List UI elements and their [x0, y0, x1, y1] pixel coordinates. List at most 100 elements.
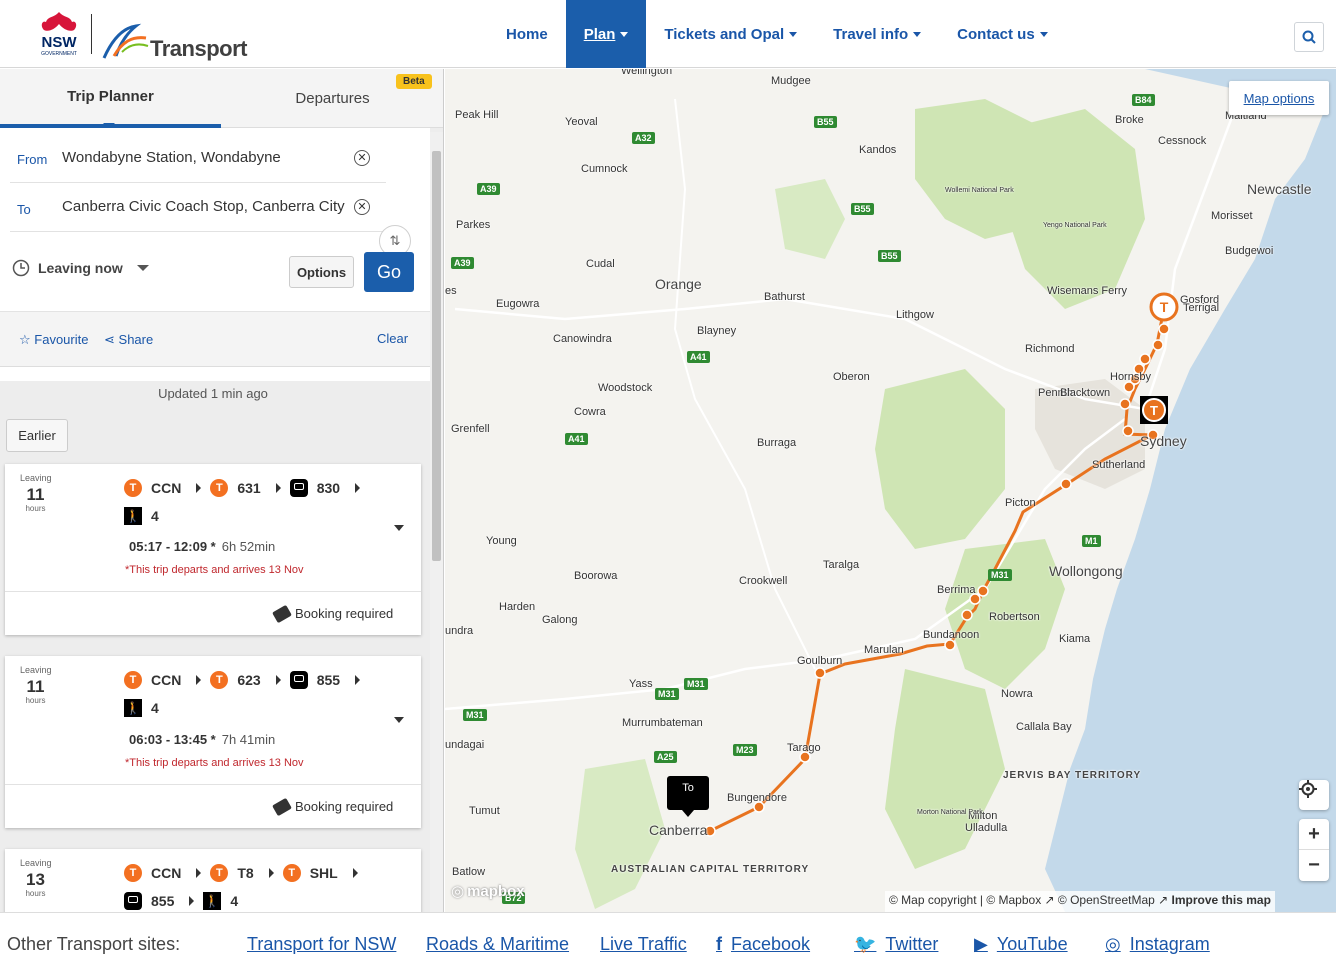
walk-icon: 🚶: [124, 699, 142, 717]
footer-link-instagram[interactable]: ◎ Instagram: [1105, 934, 1210, 955]
trip-legs: T CCN T 631 830 🚶 4: [124, 479, 389, 525]
map-place: Orange: [655, 276, 702, 292]
coach-icon: [124, 892, 142, 910]
road-shield: B55: [878, 250, 901, 262]
trip-time-range: 05:17 - 12:09 *: [129, 539, 216, 554]
trip-times: 06:03 - 13:45 * 7h 41min: [129, 732, 275, 747]
nsw-government-logo[interactable]: NSW GOVERNMENT: [34, 10, 84, 60]
nav-contact[interactable]: Contact us: [939, 0, 1066, 68]
leg-label: 4: [230, 893, 239, 909]
star-icon: ☆: [19, 332, 31, 347]
footer-link-label: Instagram: [1129, 934, 1210, 954]
road-shield: A41: [687, 351, 710, 363]
map-place: Harden: [499, 601, 536, 613]
footer-link-live-traffic[interactable]: Live Traffic: [600, 934, 687, 955]
footer-link-youtube[interactable]: ▶ YouTube: [974, 934, 1068, 955]
transport-logo-icon[interactable]: [102, 20, 152, 60]
train-icon: T: [210, 671, 229, 689]
site-footer: Other Transport sites: Transport for NSW…: [0, 912, 1336, 967]
favourite-link[interactable]: ☆ Favourite: [19, 332, 88, 348]
map-place: Blacktown: [1060, 387, 1111, 399]
share-link[interactable]: ⋖ Share: [104, 332, 153, 348]
footer-link-twitter[interactable]: 🐦 Twitter: [854, 934, 938, 955]
road-shield: M31: [655, 688, 679, 700]
footer-link-label: Facebook: [731, 934, 811, 954]
map-place: Peak Hill: [455, 109, 499, 121]
tab-trip-planner[interactable]: Trip Planner: [0, 69, 221, 128]
leaving-label: Leaving: [20, 473, 52, 483]
map-place: Broke: [1115, 114, 1144, 126]
leaving-time-select[interactable]: Leaving now: [12, 259, 149, 277]
footer-link-facebook[interactable]: f Facebook: [716, 934, 810, 955]
mapbox-logo[interactable]: ◎ mapbox: [451, 882, 525, 901]
to-field[interactable]: Canberra Civic Coach Stop, Canberra City: [62, 198, 354, 215]
footer-link-transport-nsw[interactable]: Transport for NSW: [247, 934, 396, 955]
tab-departures-label: Departures: [295, 90, 370, 107]
nav-plan[interactable]: Plan: [565, 0, 647, 68]
clear-from-icon[interactable]: ✕: [354, 150, 370, 166]
chevron-down-icon[interactable]: [394, 525, 404, 531]
form-actions: ☆ Favourite ⋖ Share Clear: [0, 311, 430, 367]
map-place: Canowindra: [553, 333, 612, 345]
nav-home[interactable]: Home: [488, 0, 566, 68]
trip-result-card[interactable]: Leaving 11 hours T CCN T 631 830 🚶 4 05:17 …: [5, 464, 421, 635]
search-button[interactable]: [1294, 22, 1324, 52]
road-shield: A25: [654, 751, 677, 763]
map-options-button[interactable]: Map options: [1229, 81, 1329, 115]
map-place: Cowra: [574, 406, 606, 418]
booking-label: Booking required: [295, 799, 394, 814]
map-place: Sydney: [1140, 433, 1187, 449]
map-place: undagai: [445, 739, 485, 751]
main-nav: Home Plan Tickets and Opal Travel info C…: [488, 0, 1066, 68]
zoom-in-button[interactable]: +: [1299, 819, 1329, 850]
leg-walk: 🚶 4: [124, 699, 159, 717]
map-place: Lithgow: [896, 309, 934, 321]
leaving-label: Leaving: [20, 665, 52, 675]
train-icon: T: [210, 479, 229, 497]
locate-me-button[interactable]: [1299, 780, 1329, 810]
map-place: Yeoval: [565, 116, 598, 128]
road-shield: M31: [463, 709, 487, 721]
train-icon: T: [282, 864, 301, 882]
earlier-button[interactable]: Earlier: [6, 419, 68, 452]
footer-link-roads-maritime[interactable]: Roads & Maritime: [426, 934, 569, 955]
zoom-out-button[interactable]: −: [1299, 850, 1329, 881]
map-view[interactable]: T T Wellington Mudgee Peak Hill Yeoval K…: [445, 69, 1336, 912]
map-place: Kiama: [1059, 633, 1091, 645]
nav-travel-info[interactable]: Travel info: [815, 0, 939, 68]
leg-label: CCN: [151, 672, 182, 688]
chevron-down-icon[interactable]: [394, 717, 404, 723]
options-button[interactable]: Options: [289, 256, 354, 288]
leg-label: 855: [316, 672, 341, 688]
trip-planner-panel: Trip Planner Departures Beta From Wondab…: [0, 69, 444, 912]
improve-map-link[interactable]: Improve this map: [1172, 893, 1271, 907]
nav-tickets[interactable]: Tickets and Opal: [646, 0, 815, 68]
attribution-text[interactable]: © Map copyright | © Mapbox ↗ © OpenStree…: [889, 893, 1168, 907]
clear-to-icon[interactable]: ✕: [354, 199, 370, 215]
logo-nsw-text: NSW: [42, 34, 78, 51]
map-place: Canberra: [649, 822, 708, 838]
trip-result-card[interactable]: Leaving 13 hours T CCN T T8 T SHL 855 🚶 4: [5, 849, 421, 912]
map-place: Yass: [629, 678, 653, 690]
map-place: Woodstock: [598, 382, 653, 394]
map-place: Newcastle: [1247, 181, 1312, 197]
booking-required[interactable]: Booking required: [272, 797, 394, 816]
from-field[interactable]: Wondabyne Station, Wondabyne: [62, 149, 354, 166]
leaving-hours: 13: [26, 870, 45, 889]
map-place: Tumut: [469, 805, 500, 817]
map-place: Sutherland: [1092, 459, 1146, 471]
train-icon: T: [124, 671, 142, 689]
chevron-right-icon: [275, 483, 281, 493]
favourite-label: Favourite: [34, 332, 89, 347]
destination-marker[interactable]: To: [667, 776, 709, 817]
leg-train: T CCN: [124, 864, 202, 882]
map-canvas[interactable]: T T: [445, 69, 1336, 912]
clear-link[interactable]: Clear: [377, 331, 408, 346]
booking-required[interactable]: Booking required: [272, 604, 393, 623]
panel-scrollbar-thumb[interactable]: [432, 151, 441, 561]
trip-result-card[interactable]: Leaving 11 hours T CCN T 623 855 🚶 4 06:03 …: [5, 656, 421, 828]
share-icon: ⋖: [104, 332, 115, 347]
train-icon: T: [1160, 299, 1169, 315]
divider: [5, 591, 421, 592]
go-button[interactable]: Go: [364, 252, 414, 292]
